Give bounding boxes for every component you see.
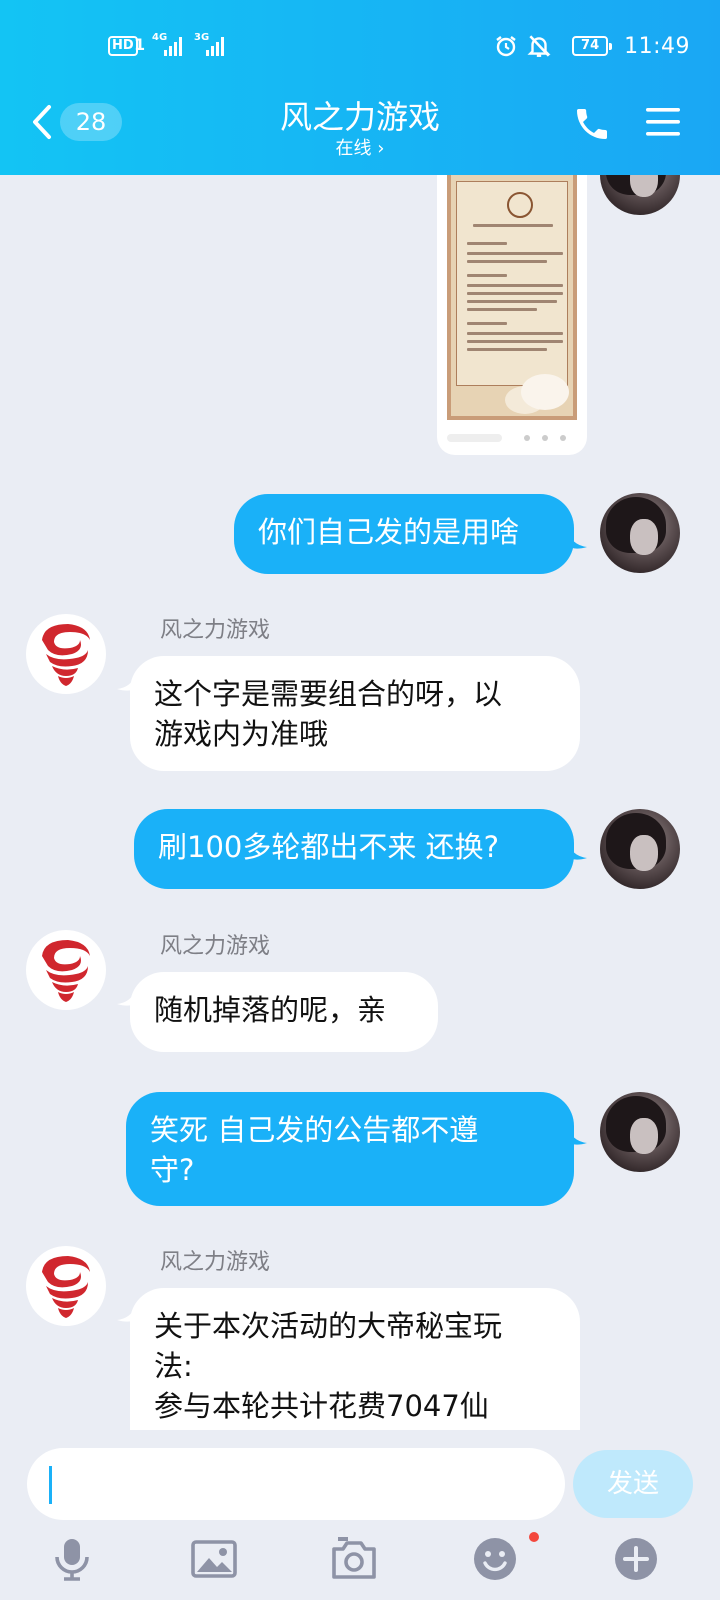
image-icon[interactable]	[190, 1535, 238, 1583]
battery-indicator: 74	[572, 36, 613, 56]
tornado-logo-icon	[42, 1256, 90, 1318]
clock: 11:49	[624, 33, 690, 59]
bubble-tail	[567, 840, 587, 860]
bubble-tail	[567, 529, 587, 549]
my-avatar[interactable]	[600, 175, 680, 215]
message-line: 笑死 自己发的公告都不遵	[150, 1113, 479, 1147]
mute-bell-icon	[527, 35, 551, 57]
my-message-bubble[interactable]: 笑死 自己发的公告都不遵 守?	[126, 1092, 574, 1206]
message-line: 游戏内为准哦	[154, 717, 329, 751]
my-message-bubble[interactable]: 刷100多轮都出不来 还换?	[134, 809, 574, 889]
menu-button[interactable]	[644, 102, 684, 142]
announcement-poster-image	[447, 175, 577, 420]
image-footer	[447, 429, 577, 447]
my-avatar[interactable]	[600, 1092, 680, 1172]
my-avatar[interactable]	[600, 809, 680, 889]
contact-message-bubble[interactable]: 随机掉落的呢，亲	[130, 972, 438, 1052]
phone-icon	[577, 109, 607, 139]
contact-avatar[interactable]	[26, 1246, 106, 1326]
input-area: 发送	[0, 1430, 720, 1600]
alarm-icon	[496, 36, 516, 57]
tornado-logo-icon	[42, 624, 90, 686]
call-button[interactable]	[572, 104, 612, 144]
image-message[interactable]	[437, 175, 587, 455]
emoji-icon[interactable]	[471, 1535, 519, 1583]
message-line: 关于本次活动的大帝秘宝玩	[154, 1309, 503, 1343]
sender-name: 风之力游戏	[160, 934, 271, 959]
camera-icon[interactable]	[330, 1535, 378, 1583]
send-button[interactable]: 发送	[573, 1450, 693, 1518]
notification-dot	[529, 1532, 539, 1542]
message-line: 这个字是需要组合的呀，以	[154, 677, 503, 711]
chat-header: HD 1 4G 3G 74 11:49 28 风之力游戏 在线 ›	[0, 0, 720, 175]
tornado-logo-icon	[42, 940, 90, 1002]
title-bar: 28 风之力游戏 在线 ›	[0, 90, 720, 170]
bubble-tail	[117, 671, 137, 691]
hamburger-menu-icon	[646, 108, 680, 136]
contact-avatar[interactable]	[26, 614, 106, 694]
message-line: 守?	[150, 1153, 195, 1187]
sim1-label: 1	[134, 35, 146, 54]
chat-title[interactable]: 风之力游戏	[0, 92, 720, 138]
sender-name: 风之力游戏	[160, 618, 271, 643]
sender-name: 风之力游戏	[160, 1250, 271, 1275]
message-line: 参与本轮共计花费7047仙	[154, 1389, 489, 1423]
microphone-icon[interactable]	[48, 1535, 96, 1583]
my-avatar[interactable]	[600, 493, 680, 573]
text-cursor	[49, 1466, 52, 1504]
contact-message-bubble[interactable]: 关于本次活动的大帝秘宝玩 法: 参与本轮共计花费7047仙	[130, 1288, 580, 1430]
message-line: 法:	[154, 1349, 193, 1383]
my-message-bubble[interactable]: 你们自己发的是用啥	[234, 494, 574, 574]
contact-avatar[interactable]	[26, 930, 106, 1010]
bubble-tail	[117, 1302, 137, 1322]
bubble-tail	[117, 986, 137, 1006]
online-status[interactable]: 在线 ›	[0, 134, 720, 160]
status-bar: HD 1 4G 3G 74 11:49	[0, 28, 720, 64]
contact-message-bubble[interactable]: 这个字是需要组合的呀，以 游戏内为准哦	[130, 656, 580, 771]
message-input[interactable]	[27, 1448, 565, 1520]
status-right: 74 11:49	[494, 31, 690, 61]
message-text: 你们自己发的是用啥	[258, 515, 520, 549]
message-list[interactable]: 你们自己发的是用啥 风之力游戏 这个字是需要组合的呀，以 游戏内为准哦 刷100…	[0, 175, 720, 1430]
plus-icon[interactable]	[612, 1535, 660, 1583]
message-text: 随机掉落的呢，亲	[154, 993, 387, 1027]
bubble-tail	[567, 1125, 587, 1145]
message-text: 刷100多轮都出不来 还换?	[158, 830, 499, 864]
